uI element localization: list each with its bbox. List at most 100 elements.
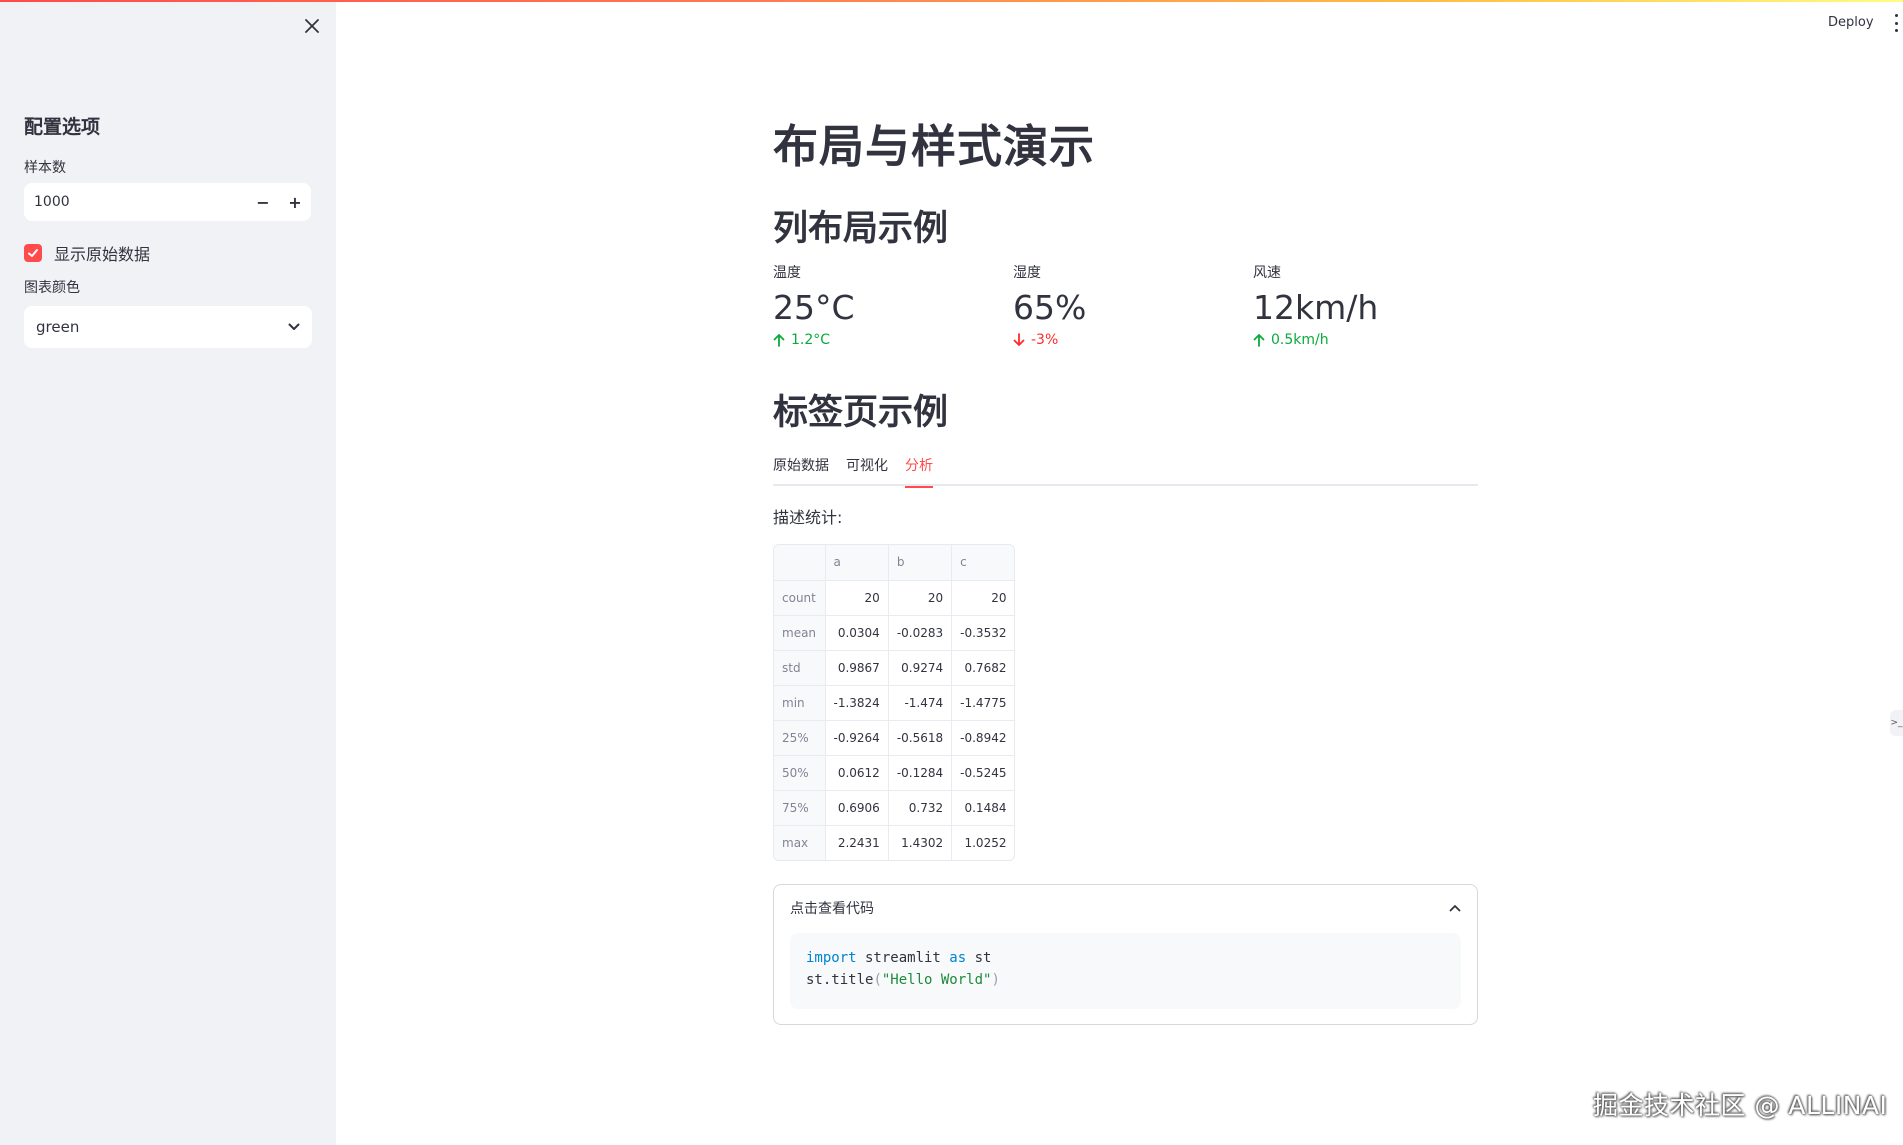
describe-stats-label: 描述统计: [773,508,843,527]
table-cell[interactable]: 20 [825,580,889,616]
table-row: mean 0.0304 -0.0283 -0.3532 [774,615,1015,651]
chart-color-label: 图表颜色 [24,280,80,296]
tab-visualization[interactable]: 可视化 [846,453,888,486]
table-cell[interactable]: 0.7682 [951,650,1015,686]
column-header-b[interactable]: b [888,545,953,581]
table-row: count 20 20 20 [774,580,1015,616]
close-sidebar-button[interactable] [300,14,324,38]
table-cell[interactable]: -1.3824 [825,685,889,721]
code-text: st [966,950,992,966]
table-row: min -1.3824 -1.474 -1.4775 [774,685,1015,721]
stats-dataframe[interactable]: a b c count 20 20 20 mean 0.0304 -0.0283 -0.353… [773,544,1016,861]
arrow-up-icon [1253,334,1265,347]
metric-humidity: 湿度 65% -3% [1013,262,1253,348]
table-cell[interactable]: -0.3532 [951,615,1015,651]
metric-delta: 1.2°C [773,332,1013,348]
metric-wind-speed: 风速 12km/h 0.5km/h [1253,262,1493,348]
row-header[interactable]: max [774,825,826,860]
tab-analysis[interactable]: 分析 [905,453,933,488]
tabs-heading: 标签页示例 [773,393,949,433]
top-decoration-bar [0,0,1903,2]
code-expander: 点击查看代码 import streamlit as st st.title("… [773,884,1478,1025]
table-row: max 2.2431 1.4302 1.0252 [774,825,1014,860]
metric-temperature: 温度 25°C 1.2°C [773,262,1013,348]
sidebar: 配置选项 样本数 1000 − + 显示原始数据 图表颜色 green [0,0,336,1145]
terminal-icon[interactable]: >_ [1890,710,1903,736]
row-header[interactable]: 50% [774,755,826,791]
table-cell[interactable]: 0.732 [888,790,953,826]
table-cell[interactable]: -0.5245 [951,755,1015,791]
code-text: st.title [806,972,874,988]
chart-color-select[interactable]: green [24,306,312,348]
sample-count-value[interactable]: 1000 [24,194,247,210]
chevron-up-icon [1449,905,1461,912]
show-raw-data-label: 显示原始数据 [54,245,151,264]
table-cell[interactable]: 0.6906 [825,790,889,826]
table-cell[interactable]: 20 [888,580,953,616]
row-header[interactable]: min [774,685,826,721]
row-header[interactable]: count [774,580,826,616]
deploy-button[interactable]: Deploy [1828,15,1874,30]
table-cell[interactable]: 0.0612 [825,755,889,791]
metric-value: 12km/h [1253,288,1379,327]
table-cell[interactable]: -1.4775 [951,685,1015,721]
table-cell[interactable]: 2.2431 [825,825,889,860]
table-cell[interactable]: 0.1484 [951,790,1015,826]
tab-bar: 原始数据 可视化 分析 [773,453,1478,488]
table-cell[interactable]: 0.0304 [825,615,889,651]
metric-delta: -3% [1013,332,1253,348]
expander-label: 点击查看代码 [790,901,874,917]
column-header-a[interactable]: a [825,545,889,581]
increment-button[interactable]: + [279,183,311,221]
tab-raw-data[interactable]: 原始数据 [773,453,829,486]
vertical-ellipsis-icon[interactable] [1893,14,1899,32]
table-cell[interactable]: -0.0283 [888,615,953,651]
sidebar-title: 配置选项 [24,116,101,138]
watermark: 掘金技术社区 @ ALLINAI [1593,1091,1888,1120]
column-header-c[interactable]: c [951,545,1015,581]
row-header[interactable]: std [774,650,826,686]
code-text: streamlit [856,950,950,966]
code-paren: ( [873,972,882,988]
code-paren: ) [991,972,1000,988]
table-header-row: a b c [774,545,1015,581]
close-icon [305,19,319,33]
page-title: 布局与样式演示 [773,120,1096,173]
table-cell[interactable]: -0.1284 [888,755,953,791]
show-raw-data-checkbox[interactable]: 显示原始数据 [24,241,150,265]
metric-label: 风速 [1253,265,1281,281]
metric-label: 温度 [773,265,801,281]
chevron-down-icon [288,323,300,330]
decrement-button[interactable]: − [247,183,279,221]
code-keyword-import: import [806,950,857,966]
table-cell[interactable]: -0.9264 [825,720,889,756]
columns-heading: 列布局示例 [773,209,949,249]
arrow-up-icon [773,334,785,347]
table-cell[interactable]: 20 [951,580,1015,616]
row-header[interactable]: 75% [774,790,826,826]
table-cell[interactable]: 1.0252 [952,825,1015,860]
table-cell[interactable]: -1.474 [888,685,953,721]
row-header[interactable]: mean [774,615,826,651]
table-row: 75% 0.6906 0.732 0.1484 [774,790,1015,826]
metric-delta-value: -3% [1031,332,1059,348]
chart-color-value: green [36,318,80,336]
code-block: import streamlit as st st.title("Hello W… [790,933,1461,1009]
expander-header[interactable]: 点击查看代码 [774,885,1477,931]
code-string: "Hello World" [881,972,992,988]
table-cell[interactable]: -0.5618 [888,720,953,756]
table-cell[interactable]: -0.8942 [951,720,1015,756]
metric-label: 湿度 [1013,265,1041,281]
table-cell[interactable]: 1.4302 [888,825,953,860]
table-cell[interactable]: 0.9274 [888,650,953,686]
metric-value: 25°C [773,288,855,327]
sample-count-input[interactable]: 1000 − + [24,183,311,221]
metric-delta: 0.5km/h [1253,332,1493,348]
table-cell[interactable]: 0.9867 [825,650,889,686]
row-header[interactable]: 25% [774,720,826,756]
column-header-index [774,545,826,581]
code-keyword-as: as [949,950,967,966]
checkbox-checked-icon[interactable] [24,244,42,262]
table-row: 50% 0.0612 -0.1284 -0.5245 [774,755,1015,791]
table-row: 25% -0.9264 -0.5618 -0.8942 [774,720,1015,756]
